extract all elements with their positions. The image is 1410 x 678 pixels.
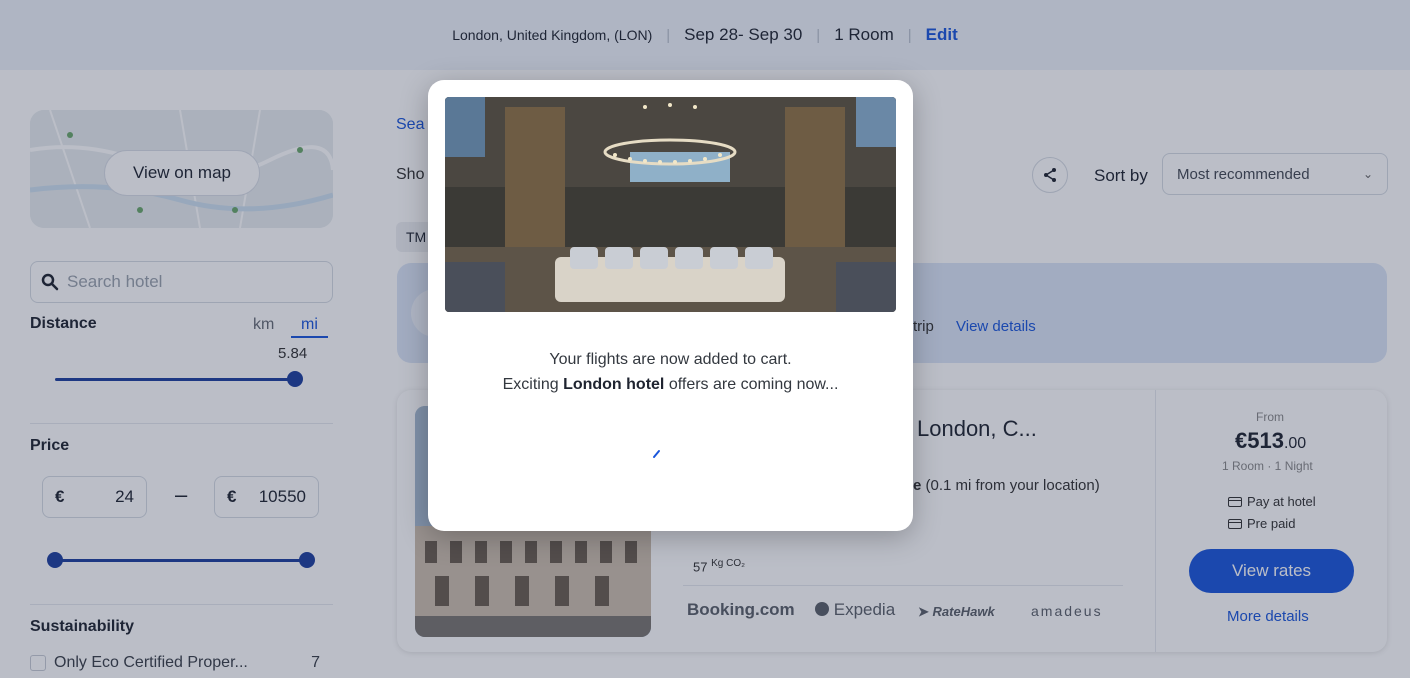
destination-highlight: London hotel <box>563 376 665 393</box>
loading-spinner-icon <box>653 450 660 458</box>
loading-message: Your flights are now added to cart. Exci… <box>468 347 873 397</box>
loading-modal: Your flights are now added to cart. Exci… <box>428 80 913 531</box>
loading-message-line1: Your flights are now added to cart. <box>549 351 792 368</box>
hotel-lobby-image <box>445 97 896 312</box>
loading-message-line2: Exciting London hotel offers are coming … <box>502 376 839 393</box>
